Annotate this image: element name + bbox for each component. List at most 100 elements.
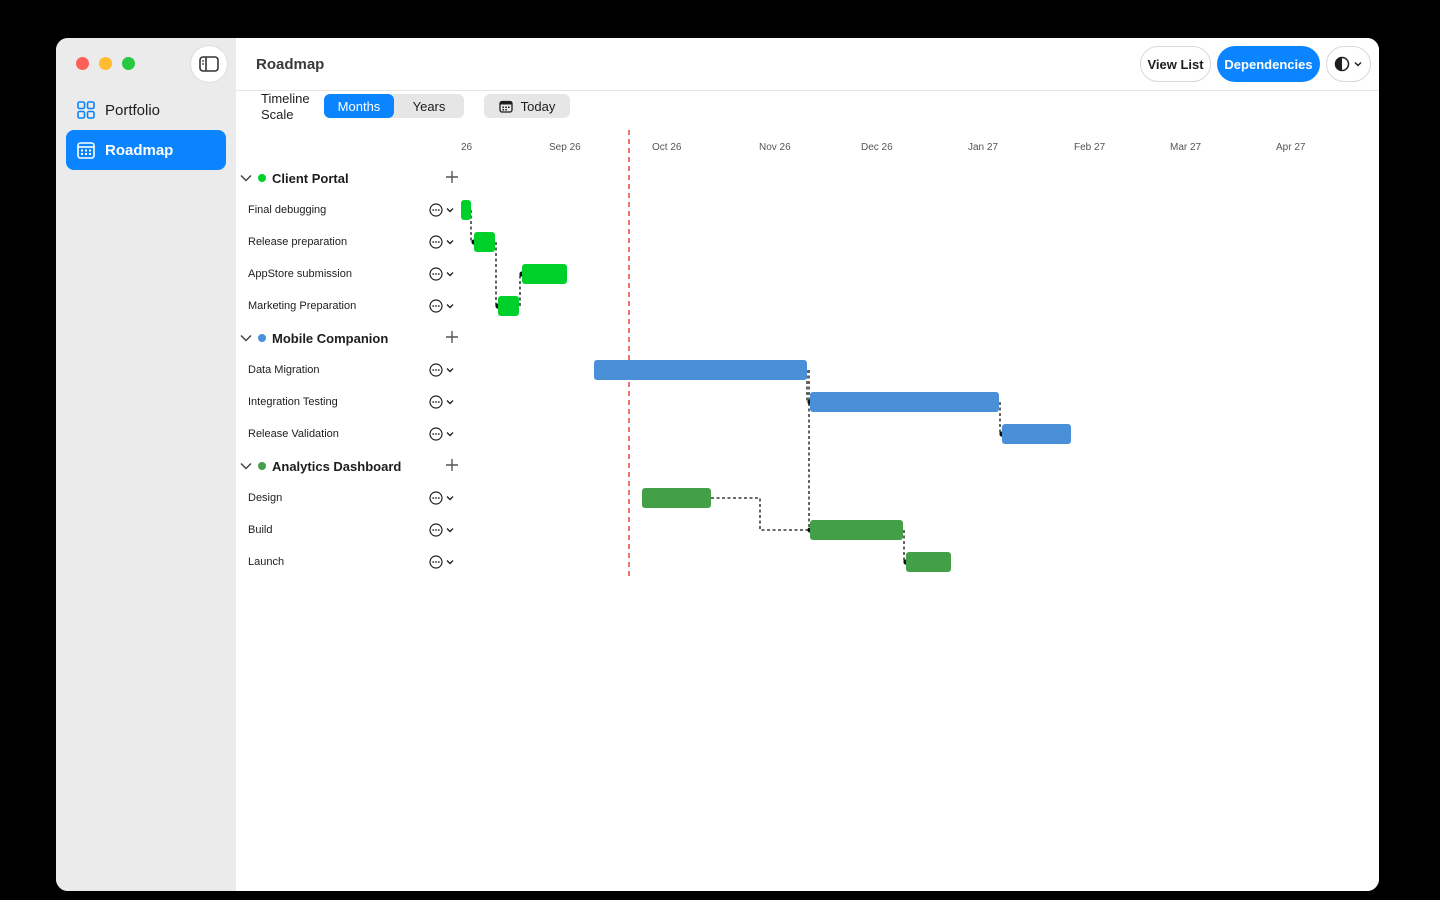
task-row: Marketing Preparation xyxy=(236,290,461,322)
chevron-down-icon[interactable] xyxy=(238,174,254,182)
chevron-down-icon[interactable] xyxy=(238,462,254,470)
chevron-down-icon xyxy=(446,272,454,277)
dependency-line xyxy=(519,273,522,306)
task-name: Release preparation xyxy=(248,236,348,248)
group-color-dot xyxy=(258,334,266,342)
task-menu-button[interactable] xyxy=(429,235,455,249)
zoom-window-button[interactable] xyxy=(122,57,135,70)
chevron-down-icon xyxy=(446,304,454,309)
group-header-mobile-companion: Mobile Companion xyxy=(236,322,461,354)
month-label: Dec 26 xyxy=(861,142,893,153)
group-color-dot xyxy=(258,462,266,470)
task-row: Design xyxy=(236,482,461,514)
calendar-icon xyxy=(76,140,96,160)
task-menu-button[interactable] xyxy=(429,395,455,409)
ellipsis-circle-icon xyxy=(429,491,443,505)
dependency-line xyxy=(806,370,810,403)
group-name: Client Portal xyxy=(272,170,349,186)
month-label: Oct 26 xyxy=(652,142,682,153)
group-name: Analytics Dashboard xyxy=(272,458,402,474)
chevron-down-icon xyxy=(446,400,454,405)
task-bar-release-validation[interactable] xyxy=(1002,424,1071,444)
app-window: Portfolio Roadmap Roadmap View List Depe… xyxy=(56,38,1379,891)
task-name: Design xyxy=(248,492,283,504)
task-name: Data Migration xyxy=(248,364,320,376)
chevron-down-icon xyxy=(446,496,454,501)
task-bar-build[interactable] xyxy=(810,520,903,540)
ellipsis-circle-icon xyxy=(429,235,443,249)
add-task-button[interactable] xyxy=(445,458,459,472)
ellipsis-circle-icon xyxy=(429,523,443,537)
task-row: Data Migration xyxy=(236,354,461,386)
task-row: Integration Testing xyxy=(236,386,461,418)
task-name: Marketing Preparation xyxy=(248,300,357,312)
plus-icon xyxy=(446,331,458,343)
task-bar-integration-testing[interactable] xyxy=(810,392,999,412)
task-bar-release-preparation[interactable] xyxy=(474,232,495,252)
ellipsis-circle-icon xyxy=(429,363,443,377)
ellipsis-circle-icon xyxy=(429,395,443,409)
task-row: Final debugging xyxy=(236,194,461,226)
dependency-line xyxy=(495,242,498,307)
dependency-line xyxy=(999,402,1002,435)
minimize-window-button[interactable] xyxy=(99,57,112,70)
ellipsis-circle-icon xyxy=(429,427,443,441)
task-bar-final-debugging[interactable] xyxy=(461,200,471,220)
month-label: Sep 26 xyxy=(549,142,581,153)
ellipsis-circle-icon xyxy=(429,203,443,217)
add-task-button[interactable] xyxy=(445,330,459,344)
task-name: AppStore submission xyxy=(248,268,352,280)
add-task-button[interactable] xyxy=(445,170,459,184)
sidebar-item-roadmap[interactable]: Roadmap xyxy=(66,130,226,170)
task-row: Release preparation xyxy=(236,226,461,258)
group-header-analytics-dashboard: Analytics Dashboard xyxy=(236,450,461,482)
plus-icon xyxy=(446,459,458,471)
task-bar-marketing-preparation[interactable] xyxy=(498,296,519,316)
sidebar-toggle-button[interactable] xyxy=(191,46,227,82)
group-name: Mobile Companion xyxy=(272,330,389,346)
grid-icon xyxy=(76,100,96,120)
task-bar-appstore-submission[interactable] xyxy=(522,264,567,284)
task-row: Build xyxy=(236,514,461,546)
task-list: Client Portal Final debugging Release pr… xyxy=(236,38,461,891)
month-label: Jan 27 xyxy=(968,142,998,153)
ellipsis-circle-icon xyxy=(429,267,443,281)
task-menu-button[interactable] xyxy=(429,427,455,441)
chevron-down-icon xyxy=(446,432,454,437)
month-label: Apr 27 xyxy=(1276,142,1306,153)
dependency-line xyxy=(903,530,906,563)
task-row: AppStore submission xyxy=(236,258,461,290)
task-menu-button[interactable] xyxy=(429,267,455,281)
sidebar: Portfolio Roadmap xyxy=(56,38,236,891)
ellipsis-circle-icon xyxy=(429,555,443,569)
task-bar-launch[interactable] xyxy=(906,552,951,572)
chevron-down-icon xyxy=(446,240,454,245)
task-bar-design[interactable] xyxy=(642,488,711,508)
close-window-button[interactable] xyxy=(76,57,89,70)
sidebar-icon xyxy=(199,56,219,72)
task-menu-button[interactable] xyxy=(429,299,455,313)
task-menu-button[interactable] xyxy=(429,363,455,377)
main-area: Roadmap View List Dependencies Timeline … xyxy=(236,38,1379,891)
task-bar-data-migration[interactable] xyxy=(594,360,807,380)
sidebar-item-label: Roadmap xyxy=(105,141,174,159)
month-label: Nov 26 xyxy=(759,142,791,153)
month-label: 26 xyxy=(461,142,473,153)
dependency-line xyxy=(470,210,474,243)
ellipsis-circle-icon xyxy=(429,299,443,313)
chevron-down-icon xyxy=(446,560,454,565)
task-menu-button[interactable] xyxy=(429,523,455,537)
task-name: Launch xyxy=(248,556,285,568)
group-color-dot xyxy=(258,174,266,182)
task-menu-button[interactable] xyxy=(429,555,455,569)
plus-icon xyxy=(446,171,458,183)
task-menu-button[interactable] xyxy=(429,203,455,217)
month-label: Mar 27 xyxy=(1170,142,1202,153)
dependency-line xyxy=(711,497,810,531)
chevron-down-icon[interactable] xyxy=(238,334,254,342)
chevron-down-icon xyxy=(446,368,454,373)
chevron-down-icon xyxy=(446,208,454,213)
task-menu-button[interactable] xyxy=(429,491,455,505)
gantt-timeline: 26 Sep 26 Oct 26 Nov 26 Dec 26 Jan 27 Fe… xyxy=(461,130,1306,576)
sidebar-item-portfolio[interactable]: Portfolio xyxy=(66,90,226,130)
